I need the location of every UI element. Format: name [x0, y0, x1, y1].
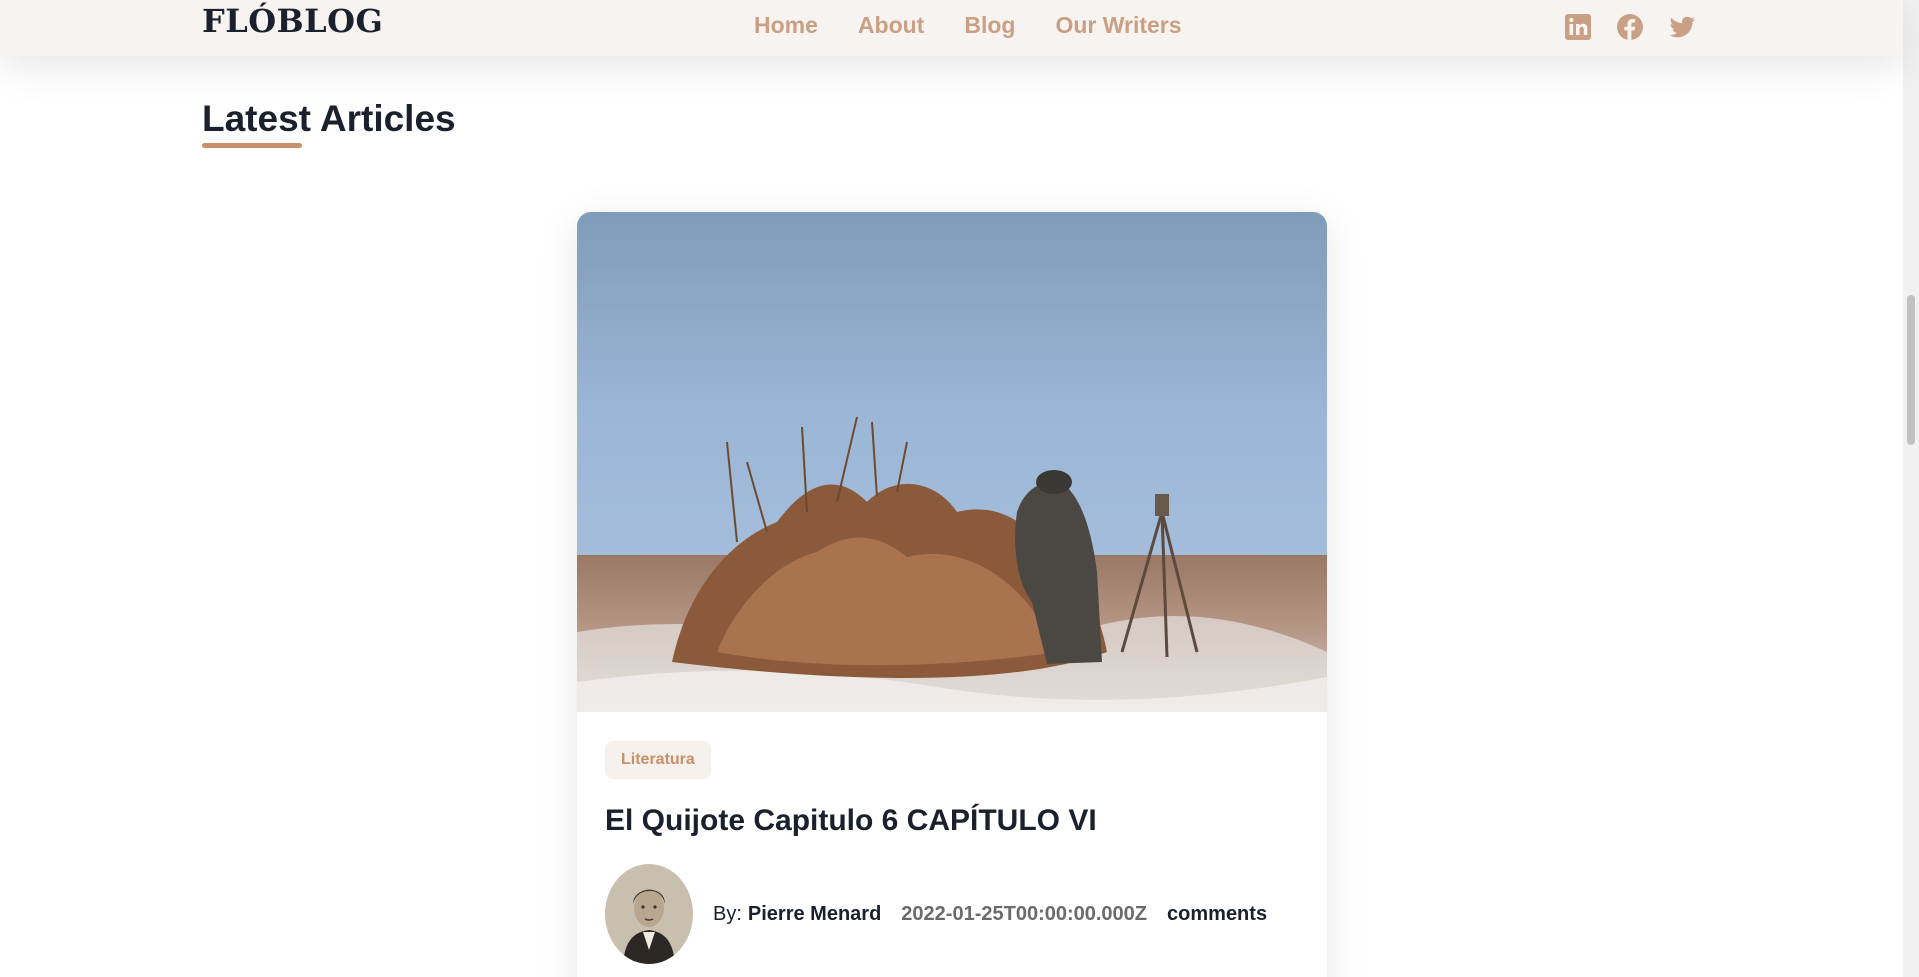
comments-link[interactable]: comments [1167, 903, 1267, 926]
title-underline [202, 143, 302, 148]
scrollbar-track[interactable] [1903, 0, 1919, 977]
linkedin-icon[interactable] [1563, 12, 1593, 42]
main-nav: Home About Blog Our Writers [754, 12, 1182, 39]
scrollbar-thumb[interactable] [1907, 295, 1915, 445]
nav-about-link[interactable]: About [858, 12, 924, 39]
article-card: Literatura El Quijote Capitulo 6 CAPÍTUL… [577, 212, 1327, 977]
author-row: By: Pierre Menard 2022-01-25T00:00:00.00… [605, 864, 1267, 964]
site-header: FLÓBLOG Home About Blog Our Writers [0, 0, 1903, 56]
nav-home-link[interactable]: Home [754, 12, 818, 39]
category-badge[interactable]: Literatura [605, 741, 711, 779]
author-name[interactable]: Pierre Menard [748, 903, 881, 926]
publish-date: 2022-01-25T00:00:00.000Z [901, 902, 1148, 925]
facebook-icon[interactable] [1615, 12, 1645, 42]
nav-our-writers-link[interactable]: Our Writers [1055, 12, 1181, 39]
page: FLÓBLOG Home About Blog Our Writers Late… [0, 0, 1919, 977]
article-cover-image[interactable] [577, 212, 1327, 712]
section-title: Latest Articles [202, 98, 456, 139]
by-label: By: [713, 902, 742, 925]
site-logo[interactable]: FLÓBLOG [202, 2, 383, 40]
author-avatar[interactable] [605, 864, 693, 964]
twitter-icon[interactable] [1667, 12, 1697, 42]
nav-blog-link[interactable]: Blog [964, 12, 1015, 39]
article-meta: By: Pierre Menard 2022-01-25T00:00:00.00… [713, 903, 1267, 926]
article-title[interactable]: El Quijote Capitulo 6 CAPÍTULO VI [605, 804, 1097, 838]
social-links [1563, 12, 1697, 42]
